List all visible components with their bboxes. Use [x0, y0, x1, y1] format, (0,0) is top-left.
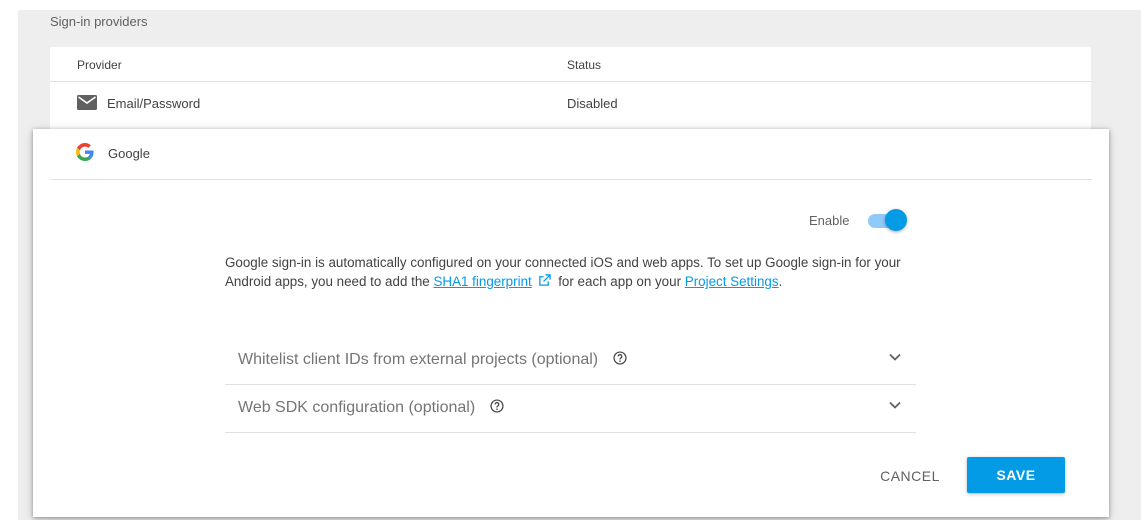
cancel-button[interactable]: CANCEL	[864, 458, 956, 494]
mail-icon	[77, 95, 97, 110]
table-header: Provider Status	[50, 47, 1091, 82]
description-end: .	[778, 274, 783, 289]
help-icon[interactable]	[490, 399, 504, 413]
expander-label: Whitelist client IDs from external proje…	[238, 351, 627, 369]
description-text-2: for each app on your	[558, 274, 682, 289]
enable-label: Enable	[809, 213, 850, 228]
web-sdk-configuration-expander[interactable]: Web SDK configuration (optional)	[225, 384, 916, 433]
provider-title: Google	[108, 146, 150, 161]
project-settings-link[interactable]: Project Settings	[685, 274, 779, 289]
column-header-provider: Provider	[77, 58, 122, 72]
column-header-status: Status	[567, 58, 602, 72]
sha1-fingerprint-link[interactable]: SHA1 fingerprint	[433, 274, 531, 289]
description: Google sign-in is automatically configur…	[225, 253, 925, 291]
expander-label-text: Whitelist client IDs from external proje…	[238, 351, 599, 368]
expander-label: Web SDK configuration (optional)	[238, 399, 504, 417]
enable-toggle[interactable]	[868, 209, 908, 231]
external-link-icon[interactable]	[538, 274, 552, 287]
expander-label-text: Web SDK configuration (optional)	[238, 399, 476, 416]
save-button[interactable]: SAVE	[967, 457, 1065, 493]
table-row[interactable]: Email/Password Disabled	[50, 82, 1091, 122]
chevron-down-icon	[889, 401, 901, 409]
providers-table: Provider Status Email/Password Disabled	[50, 47, 1091, 137]
dialog-header: Google	[51, 129, 1092, 180]
section-title: Sign-in providers	[50, 14, 148, 29]
google-provider-dialog: Google Enable Google sign-in is automati…	[33, 129, 1109, 517]
provider-name: Email/Password	[107, 96, 201, 111]
google-logo-icon	[76, 143, 94, 161]
chevron-down-icon	[889, 353, 901, 361]
provider-status: Disabled	[567, 96, 618, 111]
help-icon[interactable]	[613, 351, 627, 365]
toggle-thumb	[885, 209, 907, 231]
whitelist-client-ids-expander[interactable]: Whitelist client IDs from external proje…	[225, 336, 916, 385]
